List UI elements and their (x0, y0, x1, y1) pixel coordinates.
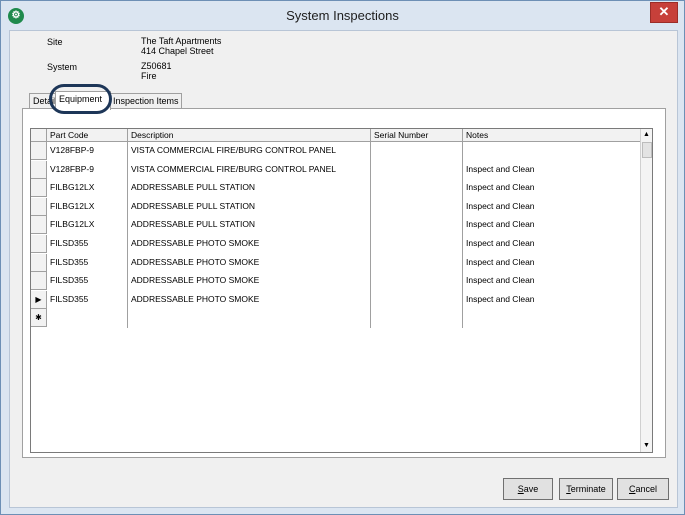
cell-notes[interactable]: Inspect and Clean (463, 255, 641, 274)
equipment-tab-highlight (49, 84, 112, 114)
cell-serial-number[interactable] (371, 143, 463, 162)
system-id: Z50681 (141, 61, 172, 71)
row-selector[interactable] (31, 216, 47, 235)
cell-description[interactable]: ADDRESSABLE PHOTO SMOKE (128, 255, 371, 274)
cell-description[interactable]: ADDRESSABLE PHOTO SMOKE (128, 292, 371, 311)
tab-inspection-items[interactable]: Inspection Items (109, 93, 182, 109)
cell-notes[interactable]: Inspect and Clean (463, 292, 641, 311)
cell-notes[interactable]: Inspect and Clean (463, 199, 641, 218)
row-selector[interactable] (31, 272, 47, 291)
scroll-down-arrow-icon[interactable]: ▼ (641, 440, 652, 452)
grid-vertical-scrollbar[interactable]: ▲ ▼ (640, 129, 652, 452)
cell-serial-number[interactable] (371, 199, 463, 218)
cell-description[interactable]: ADDRESSABLE PULL STATION (128, 180, 371, 199)
terminate-button[interactable]: Terminate (559, 478, 613, 500)
cell-notes[interactable]: Inspect and Clean (463, 180, 641, 199)
system-label: System (47, 62, 78, 72)
equipment-grid[interactable]: Part Code Description Serial Number Note… (30, 128, 653, 453)
row-selector[interactable] (31, 142, 47, 160)
cell-description[interactable]: VISTA COMMERCIAL FIRE/BURG CONTROL PANEL (128, 162, 371, 181)
column-header-part-code[interactable]: Part Code (47, 129, 128, 142)
row-selector[interactable] (31, 197, 47, 216)
cell-serial-number[interactable] (371, 292, 463, 311)
column-header-serial-number[interactable]: Serial Number (371, 129, 463, 142)
cell-part-code[interactable]: FILSD355 (47, 255, 128, 274)
cell-part-code[interactable]: FILBG12LX (47, 199, 128, 218)
cell-serial-number[interactable] (371, 162, 463, 181)
row-selector[interactable] (31, 179, 47, 198)
cancel-label: ancel (635, 484, 657, 494)
cell-serial-number[interactable] (371, 236, 463, 255)
cell-notes[interactable]: Inspect and Clean (463, 162, 641, 181)
cell-part-code[interactable]: V128FBP-9 (47, 162, 128, 181)
cell-serial-number[interactable] (371, 217, 463, 236)
equipment-tab-panel: Part Code Description Serial Number Note… (22, 108, 666, 458)
cell-serial-number[interactable] (371, 273, 463, 292)
cell-part-code[interactable]: V128FBP-9 (47, 143, 128, 162)
current-row-indicator-icon[interactable]: ▶ (31, 290, 47, 309)
row-selector[interactable] (31, 235, 47, 253)
column-header-description[interactable]: Description (128, 129, 371, 142)
close-button[interactable]: ✕ (650, 2, 678, 23)
site-name: The Taft Apartments (141, 36, 222, 46)
cell-description[interactable]: VISTA COMMERCIAL FIRE/BURG CONTROL PANEL (128, 143, 371, 162)
cell-description[interactable]: ADDRESSABLE PULL STATION (128, 217, 371, 236)
cell-notes[interactable] (463, 143, 641, 162)
cell-notes[interactable]: Inspect and Clean (463, 273, 641, 292)
save-label: ave (523, 484, 539, 494)
system-inspections-window: ⚙ System Inspections ✕ Site The Taft Apa… (0, 0, 685, 515)
terminate-label: erminate (570, 484, 606, 494)
cell-part-code[interactable]: FILSD355 (47, 292, 128, 311)
dialog-body: Site The Taft Apartments 414 Chapel Stre… (9, 30, 678, 508)
cancel-button[interactable]: Cancel (617, 478, 669, 500)
site-address: 414 Chapel Street (141, 46, 214, 56)
scroll-thumb[interactable] (642, 142, 652, 158)
row-selector[interactable] (31, 253, 47, 272)
column-header-notes[interactable]: Notes (463, 129, 641, 142)
site-label: Site (47, 37, 63, 47)
cell-part-code[interactable]: FILBG12LX (47, 180, 128, 199)
new-row-indicator-icon[interactable]: ✱ (31, 309, 47, 328)
cell-notes[interactable]: Inspect and Clean (463, 217, 641, 236)
cell-notes[interactable]: Inspect and Clean (463, 236, 641, 255)
cell-serial-number[interactable] (371, 255, 463, 274)
cell-part-code[interactable]: FILSD355 (47, 273, 128, 292)
row-selector[interactable] (31, 160, 47, 179)
cell-serial-number[interactable] (371, 180, 463, 199)
cell-part-code[interactable]: FILSD355 (47, 236, 128, 255)
window-title: System Inspections (286, 8, 399, 23)
cell-description[interactable]: ADDRESSABLE PHOTO SMOKE (128, 236, 371, 255)
cell-part-code[interactable]: FILBG12LX (47, 217, 128, 236)
grid-corner-header (31, 129, 47, 142)
scroll-up-arrow-icon[interactable]: ▲ (641, 129, 652, 141)
cell-description[interactable]: ADDRESSABLE PHOTO SMOKE (128, 273, 371, 292)
cell-description[interactable]: ADDRESSABLE PULL STATION (128, 199, 371, 218)
save-button[interactable]: Save (503, 478, 553, 500)
system-type: Fire (141, 71, 157, 81)
title-bar: ⚙ System Inspections ✕ (1, 1, 684, 30)
